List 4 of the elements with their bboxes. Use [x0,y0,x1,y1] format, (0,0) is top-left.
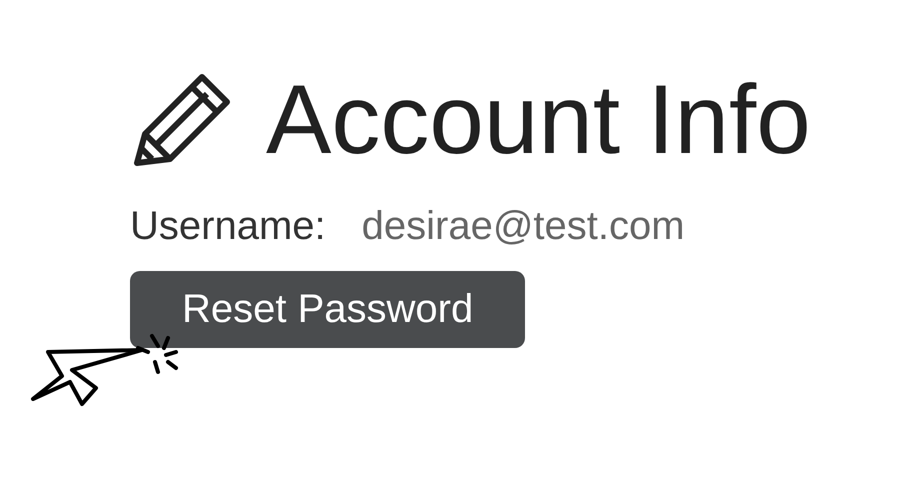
reset-password-button[interactable]: Reset Password [130,270,526,348]
field-label: Username: [130,204,326,249]
field-value: desirae@test.com [362,204,685,249]
page-title: Account Info [266,66,811,174]
